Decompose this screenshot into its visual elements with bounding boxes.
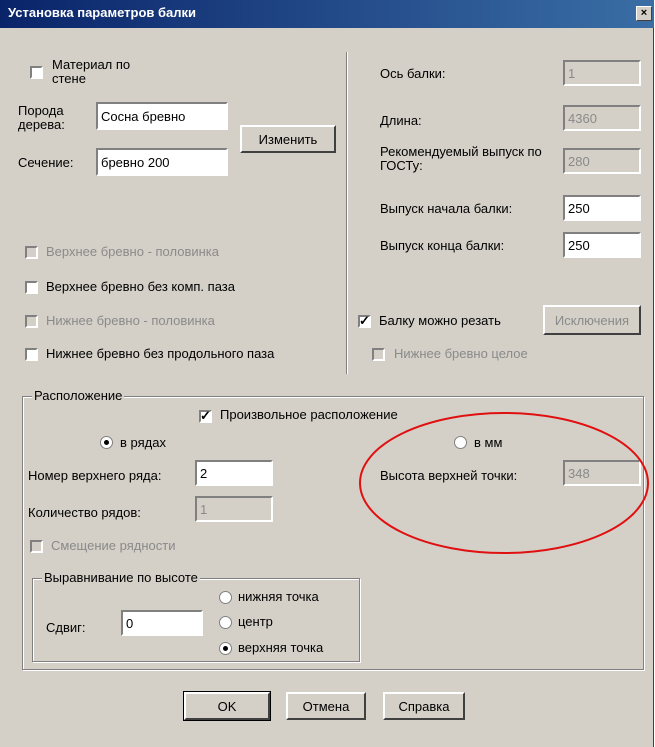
start-label: Выпуск начала балки: [380,201,513,216]
axis-label: Ось балки: [380,66,446,81]
checkmark-icon: ✓ [200,408,211,423]
align-bottom-radio[interactable] [219,591,232,604]
length-label: Длина: [380,113,422,128]
exceptions-button[interactable]: Исключения [543,305,641,335]
material-label: Материал по стене [52,57,131,86]
top-row-field[interactable] [195,460,273,486]
align-top-label: верхняя точка [238,640,324,655]
upper-half-label: Верхнее бревно - половинка [46,244,220,259]
can-cut-checkbox[interactable]: ✓ [358,313,371,328]
arbitrary-checkbox[interactable]: ✓ [199,408,212,423]
ok-button[interactable]: OK [183,691,271,721]
upper-no-groove-checkbox[interactable] [25,281,38,294]
change-button[interactable]: Изменить [240,125,336,153]
gost-field[interactable] [563,148,641,174]
annotation-ellipse [359,412,649,554]
lower-half-checkbox[interactable] [25,315,38,328]
length-field[interactable] [563,105,641,131]
align-top-radio[interactable] [219,642,232,655]
in-rows-radio[interactable] [100,436,113,449]
material-checkbox[interactable] [30,66,43,79]
lower-whole-label: Нижнее бревно целое [394,346,528,361]
end-label: Выпуск конца балки: [380,238,505,253]
checkmark-icon: ✓ [359,313,370,328]
section-field[interactable] [96,148,228,176]
align-center-label: центр [238,614,273,629]
in-rows-label: в рядах [120,435,166,450]
end-field[interactable] [563,232,641,258]
top-row-label: Номер верхнего ряда: [28,468,162,483]
lower-half-label: Нижнее бревно - половинка [46,313,215,328]
section-label: Сечение: [18,155,74,170]
lower-no-groove-label: Нижнее бревно без продольного паза [46,346,275,361]
upper-half-checkbox[interactable] [25,246,38,259]
wood-field[interactable] [96,102,228,130]
rows-count-field[interactable] [195,496,273,522]
window-title: Установка параметров балки [8,5,197,20]
title-bar: Установка параметров балки × [0,0,654,28]
can-cut-label: Балку можно резать [379,313,501,328]
close-button[interactable]: × [636,6,652,21]
dialog-window: Установка параметров балки × Материал по… [0,0,654,747]
offset-rows-checkbox[interactable] [30,540,43,553]
start-field[interactable] [563,195,641,221]
column-separator [346,52,348,374]
axis-field[interactable] [563,60,641,86]
shift-field[interactable] [121,610,203,636]
shift-label: Сдвиг: [46,620,86,635]
placement-legend: Расположение [32,388,125,403]
lower-no-groove-checkbox[interactable] [25,348,38,361]
align-bottom-label: нижняя точка [238,589,319,604]
help-button[interactable]: Справка [383,692,465,720]
align-legend: Выравнивание по высоте [42,570,200,585]
lower-whole-checkbox[interactable] [372,348,385,361]
offset-rows-label: Смещение рядности [51,538,176,553]
upper-no-groove-label: Верхнее бревно без комп. паза [46,279,235,294]
gost-label: Рекомендуемый выпуск по ГОСТу: [380,144,542,173]
cancel-button[interactable]: Отмена [286,692,366,720]
align-center-radio[interactable] [219,616,232,629]
wood-label: Порода дерева: [18,103,65,132]
rows-count-label: Количество рядов: [28,505,141,520]
